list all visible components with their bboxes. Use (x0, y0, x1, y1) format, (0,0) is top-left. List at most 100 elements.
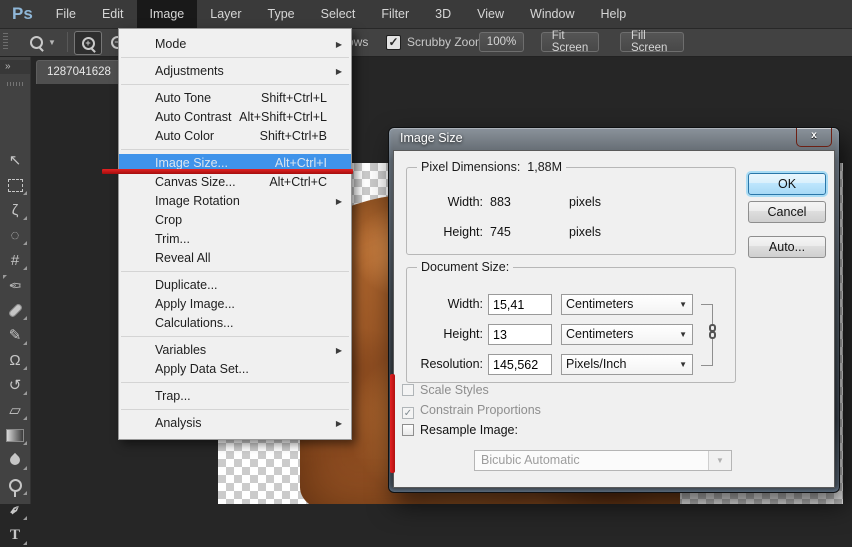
menu-item-auto-color[interactable]: Auto ColorShift+Ctrl+B (119, 127, 351, 146)
pixel-dimensions-label: Pixel Dimensions: 1,88M (417, 160, 566, 174)
gradient-tool-icon[interactable] (0, 423, 30, 447)
menu-item-crop[interactable]: Crop (119, 211, 351, 230)
resample-method-dropdown[interactable]: Bicubic Automatic▼ (474, 450, 732, 471)
healing-brush-tool-icon[interactable] (0, 298, 30, 322)
submenu-arrow-icon: ▶ (336, 341, 342, 360)
scrubby-zoom-label: Scrubby Zoom (407, 28, 485, 56)
options-bar-grip[interactable] (3, 33, 8, 51)
zoom-tool-preset[interactable]: ▼ (30, 28, 56, 56)
auto-button[interactable]: Auto... (748, 236, 826, 258)
menu-edit[interactable]: Edit (89, 0, 137, 28)
menu-image[interactable]: Image (137, 0, 198, 28)
menu-item-auto-tone[interactable]: Auto ToneShift+Ctrl+L (119, 89, 351, 108)
chevron-down-icon: ▼ (679, 325, 687, 344)
checkbox-unchecked-icon (402, 424, 414, 436)
marquee-tool-icon[interactable] (0, 173, 30, 197)
zoom-tool-icon (30, 36, 43, 49)
menu-filter[interactable]: Filter (368, 0, 422, 28)
tools-panel: » ↖ ζ ◌ # ✑ ✎ Ω ↺ ▱ ✒ T (0, 56, 31, 504)
fill-screen-button[interactable]: Fill Screen (620, 32, 684, 52)
menu-separator (119, 333, 351, 341)
pen-tool-icon[interactable]: ✒ (0, 498, 30, 522)
zoom-in-button[interactable]: + (74, 31, 102, 55)
menu-file[interactable]: File (43, 0, 89, 28)
chevron-down-icon: ▼ (679, 295, 687, 314)
doc-width-unit-dropdown[interactable]: Centimeters▼ (561, 294, 693, 315)
constrain-proportions-checkbox[interactable]: ✓Constrain Proportions (402, 403, 541, 418)
panel-grip[interactable] (7, 82, 23, 86)
doc-height-unit-dropdown[interactable]: Centimeters▼ (561, 324, 693, 345)
ok-button[interactable]: OK (748, 173, 826, 195)
menu-item-adjustments[interactable]: Adjustments▶ (119, 62, 351, 81)
image-size-dialog: Image Size x Pixel Dimensions: 1,88M Wid… (388, 127, 840, 493)
pixel-width-value: 883 (490, 195, 511, 209)
menu-window[interactable]: Window (517, 0, 587, 28)
menu-item-apply-data-set[interactable]: Apply Data Set... (119, 360, 351, 379)
chevron-down-icon: ▼ (679, 355, 687, 374)
zoom-100-button[interactable]: 100% (479, 32, 524, 52)
menu-separator (119, 81, 351, 89)
menu-separator (119, 379, 351, 387)
cancel-button[interactable]: Cancel (748, 201, 826, 223)
lasso-tool-icon[interactable]: ζ (0, 198, 30, 222)
red-vertical-marker-annotation (390, 374, 395, 473)
resolution-input[interactable] (488, 354, 552, 375)
move-tool-icon[interactable]: ↖ (0, 148, 30, 172)
zoom-in-icon: + (82, 37, 95, 50)
doc-height-row: Height: Centimeters▼ (407, 324, 735, 345)
menu-item-auto-contrast[interactable]: Auto ContrastAlt+Shift+Ctrl+L (119, 108, 351, 127)
menu-item-duplicate[interactable]: Duplicate... (119, 276, 351, 295)
menu-item-reveal-all[interactable]: Reveal All (119, 249, 351, 268)
menu-bar: Ps File Edit Image Layer Type Select Fil… (0, 0, 852, 29)
menu-separator (119, 54, 351, 62)
eyedropper-tool-icon[interactable]: ✑ (0, 273, 30, 297)
resample-image-checkbox[interactable]: Resample Image: (402, 423, 518, 438)
checkbox-unchecked-icon (402, 384, 414, 396)
menu-layer[interactable]: Layer (197, 0, 254, 28)
brush-tool-icon[interactable]: ✎ (0, 323, 30, 347)
fit-screen-button[interactable]: Fit Screen (541, 32, 599, 52)
submenu-arrow-icon: ▶ (336, 62, 342, 81)
menu-item-image-rotation[interactable]: Image Rotation▶ (119, 192, 351, 211)
submenu-arrow-icon: ▶ (336, 192, 342, 211)
type-tool-icon[interactable]: T (0, 523, 30, 547)
menu-item-mode[interactable]: Mode▶ (119, 35, 351, 54)
menu-item-canvas-size[interactable]: Canvas Size...Alt+Ctrl+C (119, 173, 351, 192)
eraser-tool-icon[interactable]: ▱ (0, 398, 30, 422)
pixel-width-row: Width:883 pixels (407, 192, 735, 213)
photoshop-logo: Ps (0, 4, 43, 24)
doc-width-input[interactable] (488, 294, 552, 315)
menu-item-trap[interactable]: Trap... (119, 387, 351, 406)
chevron-down-icon: ▼ (708, 451, 731, 470)
menu-item-variables[interactable]: Variables▶ (119, 341, 351, 360)
dodge-tool-icon[interactable] (0, 473, 30, 497)
history-brush-tool-icon[interactable]: ↺ (0, 373, 30, 397)
chevron-down-icon: ▼ (48, 38, 56, 47)
menu-3d[interactable]: 3D (422, 0, 464, 28)
image-menu-dropdown: Mode▶ Adjustments▶ Auto ToneShift+Ctrl+L… (118, 28, 352, 440)
menu-item-apply-image[interactable]: Apply Image... (119, 295, 351, 314)
menu-item-trim[interactable]: Trim... (119, 230, 351, 249)
menu-separator (119, 406, 351, 414)
doc-height-input[interactable] (488, 324, 552, 345)
blur-tool-icon[interactable] (0, 448, 30, 472)
collapse-panel-button[interactable]: » (0, 60, 30, 74)
menu-help[interactable]: Help (588, 0, 640, 28)
quick-selection-tool-icon[interactable]: ◌ (0, 223, 30, 247)
resolution-unit-dropdown[interactable]: Pixels/Inch▼ (561, 354, 693, 375)
close-icon[interactable]: x (796, 128, 832, 147)
scrubby-zoom-checkbox[interactable]: ✓ (386, 28, 401, 56)
options-separator (67, 32, 68, 52)
checkmark-icon: ✓ (386, 35, 401, 50)
document-size-label: Document Size: (417, 260, 513, 274)
clone-stamp-tool-icon[interactable]: Ω (0, 348, 30, 372)
menu-item-analysis[interactable]: Analysis▶ (119, 414, 351, 433)
menu-select[interactable]: Select (308, 0, 369, 28)
scale-styles-checkbox[interactable]: Scale Styles (402, 383, 489, 398)
menu-item-calculations[interactable]: Calculations... (119, 314, 351, 333)
menu-view[interactable]: View (464, 0, 517, 28)
doc-width-row: Width: Centimeters▼ (407, 294, 735, 315)
crop-tool-icon[interactable]: # (0, 248, 30, 272)
menu-type[interactable]: Type (255, 0, 308, 28)
submenu-arrow-icon: ▶ (336, 35, 342, 54)
